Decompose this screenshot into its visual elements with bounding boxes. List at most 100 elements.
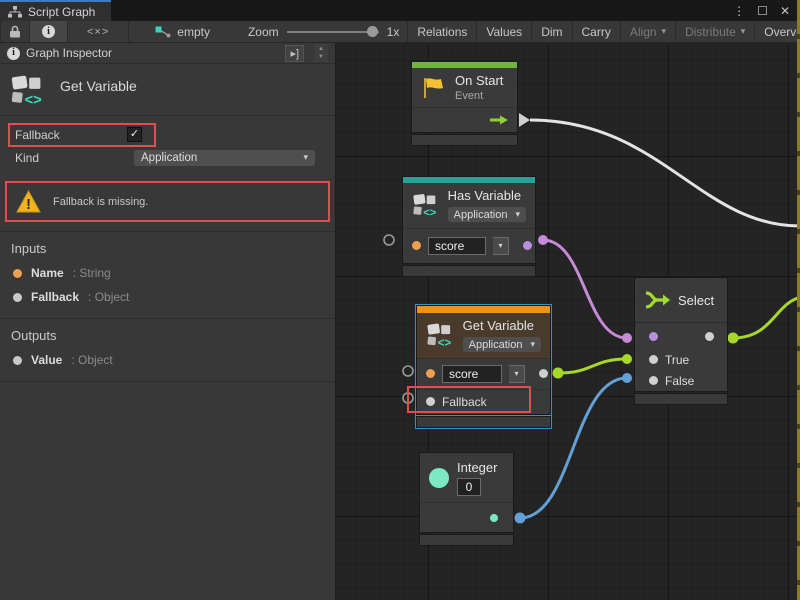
name-port-row: score ▾ bbox=[403, 228, 535, 263]
wire-endpoint-dot[interactable] bbox=[728, 333, 739, 344]
node-has-variable[interactable]: <> Has Variable Application ▾ score ▾ bbox=[403, 177, 535, 276]
align-button[interactable]: Align ▾ bbox=[620, 21, 675, 42]
variable-color-bar bbox=[417, 306, 550, 313]
kind-field-row: Kind Application ▾ bbox=[8, 146, 327, 169]
graph-toolbar: i <×> empty Zoom 1x Relations Values Dim… bbox=[0, 21, 800, 43]
wire-endpoint-dot[interactable] bbox=[622, 373, 632, 383]
wire-getvariable-select-true bbox=[558, 359, 627, 373]
integer-value-field[interactable]: 0 bbox=[457, 478, 481, 496]
integer-type-icon bbox=[429, 468, 449, 488]
selection-output-port[interactable] bbox=[705, 332, 714, 341]
variable-icon: <> bbox=[426, 321, 455, 349]
inspector-toggle-button[interactable]: i bbox=[30, 21, 68, 42]
warning-triangle-icon: ! bbox=[16, 190, 41, 213]
node-header: Select bbox=[635, 278, 727, 322]
port-type: String bbox=[73, 266, 111, 280]
kind-value: Application bbox=[454, 209, 508, 221]
zoom-slider[interactable] bbox=[287, 31, 379, 33]
true-port-row: True bbox=[635, 349, 727, 370]
lock-button[interactable] bbox=[0, 21, 30, 42]
values-button[interactable]: Values bbox=[476, 21, 531, 42]
inspector-title: Graph Inspector bbox=[26, 46, 112, 60]
close-icon[interactable]: ✕ bbox=[780, 5, 790, 17]
port-name: Name bbox=[31, 266, 64, 280]
wire-endpoint-dot[interactable] bbox=[553, 368, 564, 379]
node-header: On Start Event bbox=[412, 68, 517, 107]
true-port-label: True bbox=[665, 353, 689, 367]
wire-onstart-exec bbox=[530, 120, 800, 226]
name-input-port[interactable] bbox=[412, 241, 421, 250]
node-footer bbox=[417, 417, 550, 427]
scroll-down-icon[interactable]: ▼ bbox=[318, 54, 324, 60]
node-title: Has Variable bbox=[448, 188, 526, 203]
false-port-row: False bbox=[635, 370, 727, 391]
variable-name-caret[interactable]: ▾ bbox=[509, 365, 525, 383]
variable-kind-dropdown[interactable]: Application ▾ bbox=[463, 337, 541, 352]
variable-icon: <> bbox=[412, 191, 440, 219]
unconnected-port-indicator[interactable] bbox=[403, 366, 413, 376]
dock-panel-icon[interactable]: ▸] bbox=[285, 45, 304, 62]
wire-endpoint-dot[interactable] bbox=[515, 513, 526, 524]
condition-port-row bbox=[635, 322, 727, 349]
graph-canvas[interactable]: On Start Event bbox=[336, 43, 800, 600]
node-select[interactable]: Select True False bbox=[635, 278, 727, 404]
maximize-icon[interactable]: ☐ bbox=[757, 5, 768, 17]
zoom-control: Zoom 1x bbox=[240, 21, 407, 42]
values-code-button[interactable]: <×> bbox=[68, 21, 129, 42]
value-output-port[interactable] bbox=[539, 369, 548, 378]
variable-name-field[interactable]: score bbox=[428, 237, 486, 255]
zoom-slider-handle[interactable] bbox=[367, 26, 378, 37]
exec-arrow-icon[interactable] bbox=[490, 115, 508, 125]
node-on-start[interactable]: On Start Event bbox=[412, 62, 517, 145]
chevron-down-icon: ▾ bbox=[530, 340, 535, 349]
unconnected-port-indicator[interactable] bbox=[384, 235, 394, 245]
kind-value: Application bbox=[469, 339, 523, 351]
kind-dropdown[interactable]: Application ▾ bbox=[134, 150, 315, 166]
unit-header: <> Get Variable bbox=[0, 64, 335, 116]
window-menu-icon[interactable]: ⋮ bbox=[733, 5, 745, 17]
relations-button[interactable]: Relations bbox=[407, 21, 476, 42]
value-output-row bbox=[420, 502, 513, 532]
wire-endpoint-dot[interactable] bbox=[538, 235, 548, 245]
port-type: Object bbox=[71, 353, 112, 367]
info-icon: i bbox=[7, 47, 20, 60]
true-input-port[interactable] bbox=[649, 355, 658, 364]
select-merge-icon bbox=[644, 290, 670, 310]
section-divider bbox=[0, 381, 335, 382]
dim-button[interactable]: Dim bbox=[531, 21, 571, 42]
overview-button[interactable]: Overview bbox=[754, 21, 800, 42]
port-dot bbox=[13, 356, 22, 365]
result-output-port[interactable] bbox=[523, 241, 532, 250]
graph-breadcrumb[interactable]: empty bbox=[147, 21, 218, 42]
node-footer bbox=[403, 266, 535, 276]
variable-name-field[interactable]: score bbox=[442, 365, 502, 383]
integer-output-port[interactable] bbox=[490, 514, 498, 522]
node-subtitle: Event bbox=[455, 90, 503, 102]
condition-input-port[interactable] bbox=[649, 332, 658, 341]
port-dot bbox=[13, 293, 22, 302]
fallback-checkbox[interactable]: ✓ bbox=[127, 127, 142, 142]
wire-endpoint-dot[interactable] bbox=[622, 354, 632, 364]
variable-kind-dropdown[interactable]: Application ▾ bbox=[448, 207, 526, 222]
carry-button[interactable]: Carry bbox=[572, 21, 620, 42]
scroll-spinner: ▲ ▼ bbox=[314, 44, 328, 62]
name-input-port[interactable] bbox=[426, 369, 435, 378]
kind-field-label: Kind bbox=[8, 151, 134, 165]
node-body: Select True False bbox=[635, 278, 727, 391]
node-integer[interactable]: Integer 0 bbox=[420, 453, 513, 545]
kind-value: Application bbox=[141, 152, 197, 164]
wire-layer bbox=[336, 43, 800, 600]
wire-endpoint-dot[interactable] bbox=[622, 333, 632, 343]
script-graph-window: Script Graph ⋮ ☐ ✕ i <×> empty bbox=[0, 0, 800, 600]
exec-output-port-triangle[interactable] bbox=[519, 113, 530, 127]
distribute-button[interactable]: Distribute ▾ bbox=[675, 21, 754, 42]
false-input-port[interactable] bbox=[649, 376, 658, 385]
tab-script-graph[interactable]: Script Graph bbox=[0, 0, 111, 21]
chevron-down-icon: ▾ bbox=[662, 27, 667, 36]
node-header: Integer 0 bbox=[420, 453, 513, 502]
scroll-up-icon[interactable]: ▲ bbox=[318, 46, 324, 52]
variable-name-caret[interactable]: ▾ bbox=[493, 237, 509, 255]
false-port-label: False bbox=[665, 374, 694, 388]
chevron-down-icon: ▾ bbox=[498, 242, 502, 250]
wire-select-output bbox=[733, 297, 800, 338]
